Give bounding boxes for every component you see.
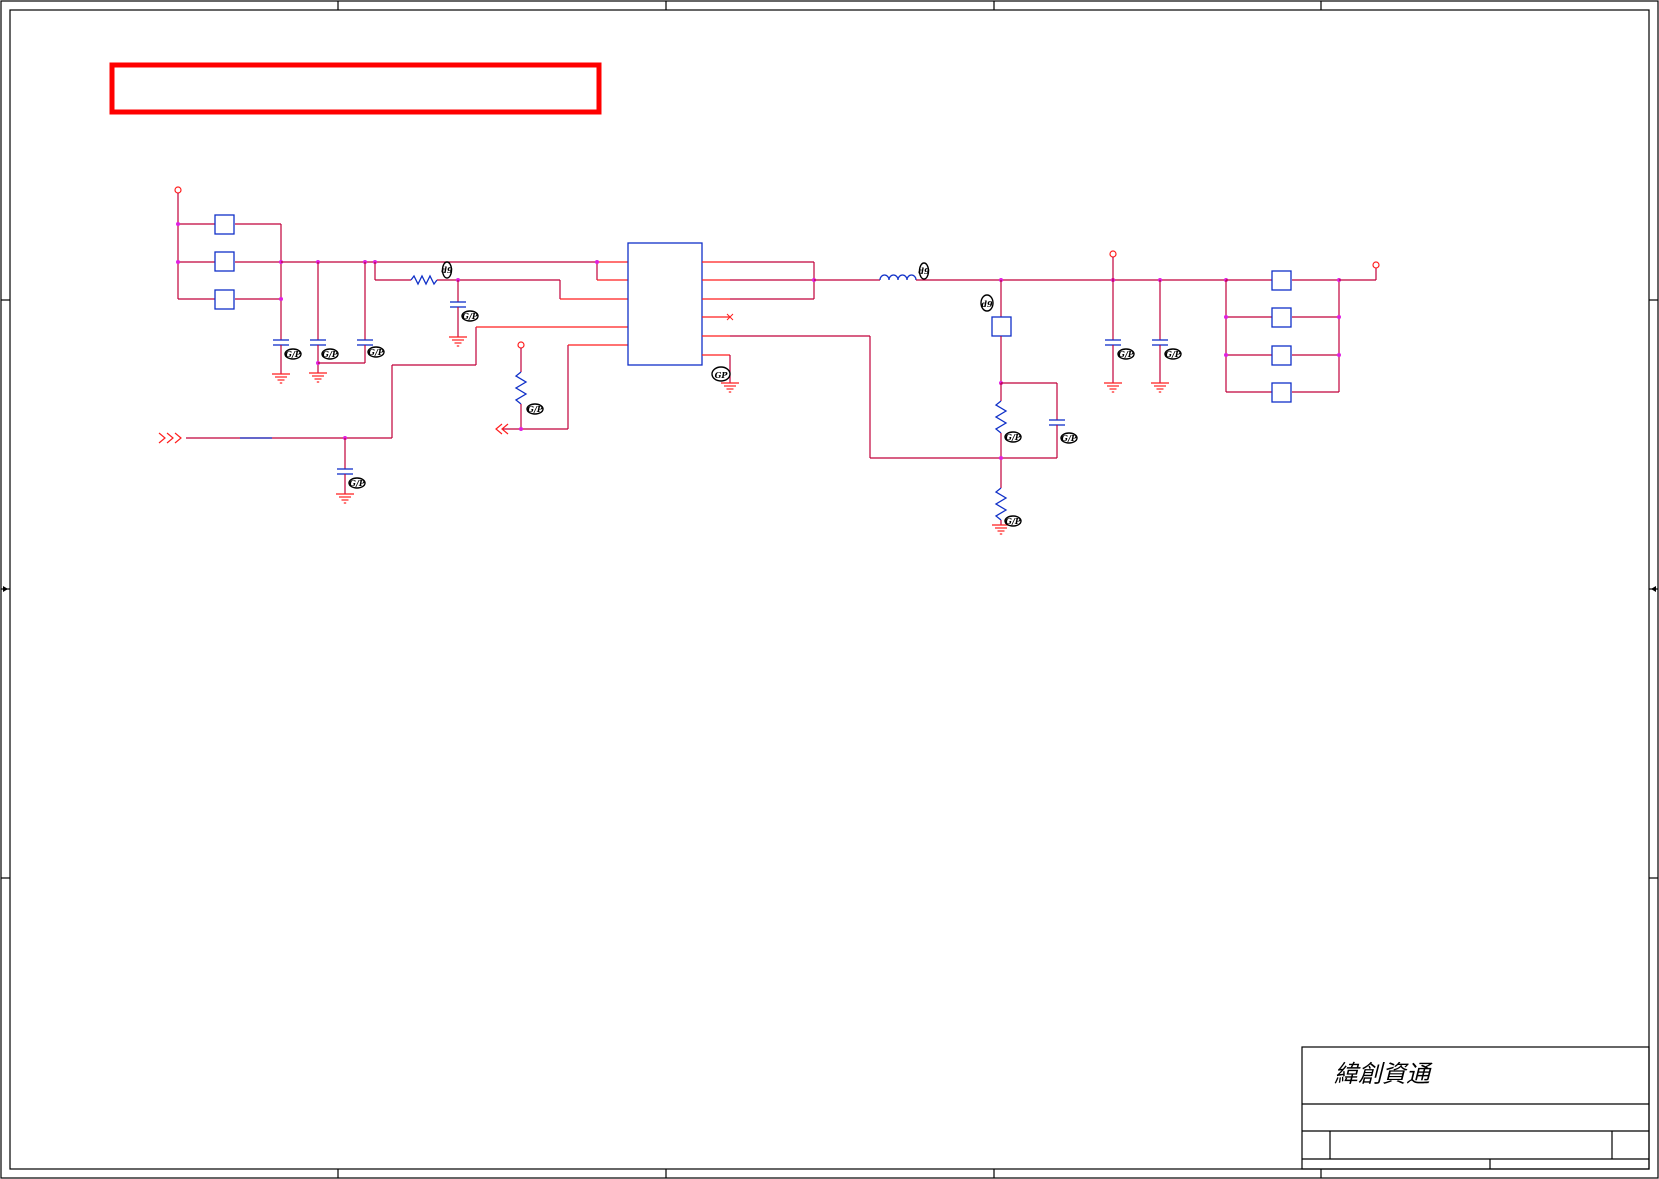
gp-badge: G/P — [1004, 515, 1022, 527]
gp-badge: G/P — [1004, 431, 1022, 443]
output-capacitor-1 — [1103, 250, 1123, 393]
svg-text:G/P: G/P — [527, 404, 544, 414]
output-inductor — [879, 274, 1001, 281]
debug-marker-badge: d9 — [980, 294, 994, 312]
company-name: 緯創資通 — [1334, 1060, 1433, 1088]
svg-text:G/P: G/P — [462, 311, 479, 321]
gp-badge: G/P — [1060, 432, 1078, 444]
enable-input-net — [158, 326, 628, 504]
svg-text:G/P: G/P — [1005, 516, 1022, 526]
input-capacitor-1 — [271, 339, 291, 384]
ground-symbol-icon — [308, 372, 328, 383]
ground-symbol-icon — [1103, 382, 1123, 393]
gp-badge: G/P — [284, 348, 302, 360]
input-filter-resistor — [374, 262, 628, 347]
gp-badge: G/P — [461, 310, 479, 322]
ground-symbol-icon — [271, 373, 291, 384]
gp-badge: G/P — [526, 403, 544, 415]
drawing-frame — [0, 0, 1659, 1179]
input-capacitor-2 — [308, 262, 328, 383]
power-port-icon — [174, 186, 182, 194]
gp-badge: G/P — [321, 348, 339, 360]
gp-marker-badge: GP — [711, 366, 731, 382]
input-rail — [281, 260, 628, 281]
power-port-icon — [1109, 250, 1117, 258]
output-capacitor-2 — [1150, 280, 1170, 393]
svg-text:G/P: G/P — [1005, 432, 1022, 442]
title-block: 緯創資通 — [1301, 1046, 1650, 1170]
ground-symbol-icon — [991, 524, 1011, 535]
svg-text:d9: d9 — [441, 265, 453, 275]
svg-text:G/P: G/P — [1118, 349, 1135, 359]
output-parallel-blocks — [1224, 261, 1380, 403]
gp-vertical-tag: d9 — [918, 262, 930, 280]
svg-text:G/P: G/P — [285, 349, 302, 359]
svg-text:GP: GP — [715, 370, 729, 380]
input-parallel-blocks — [176, 214, 283, 340]
svg-text:G/P: G/P — [349, 478, 366, 488]
svg-text:G/P: G/P — [322, 349, 339, 359]
gp-badge: G/P — [348, 477, 366, 489]
power-good-net — [495, 341, 628, 435]
schematic-sheet: G/P G/P G/P G/P G/P G/P G/P G/P G/P G/P … — [0, 0, 1659, 1179]
ground-symbol-icon — [448, 336, 468, 347]
ground-symbol-icon — [1150, 382, 1170, 393]
svg-text:G/P: G/P — [1061, 433, 1078, 443]
svg-text:G/P: G/P — [1165, 349, 1182, 359]
highlight-box — [109, 62, 602, 115]
offpage-in-arrow-icon — [158, 432, 166, 444]
gp-vertical-tag: d9 — [441, 261, 453, 279]
input-power-port — [174, 186, 182, 299]
svg-text:d9: d9 — [981, 299, 993, 309]
power-port-icon — [1372, 261, 1380, 269]
svg-text:d9: d9 — [918, 266, 930, 276]
switch-node-net — [730, 261, 880, 300]
output-sense-block — [991, 280, 1065, 535]
gp-badge: G/P — [1164, 348, 1182, 360]
ground-symbol-icon — [720, 382, 740, 393]
input-capacitor-3 — [318, 262, 373, 364]
power-port-icon — [517, 341, 525, 349]
ground-symbol-icon — [335, 493, 355, 504]
gp-badge: G/P — [367, 346, 385, 358]
svg-text:G/P: G/P — [368, 347, 385, 357]
gp-badge: G/P — [1117, 348, 1135, 360]
